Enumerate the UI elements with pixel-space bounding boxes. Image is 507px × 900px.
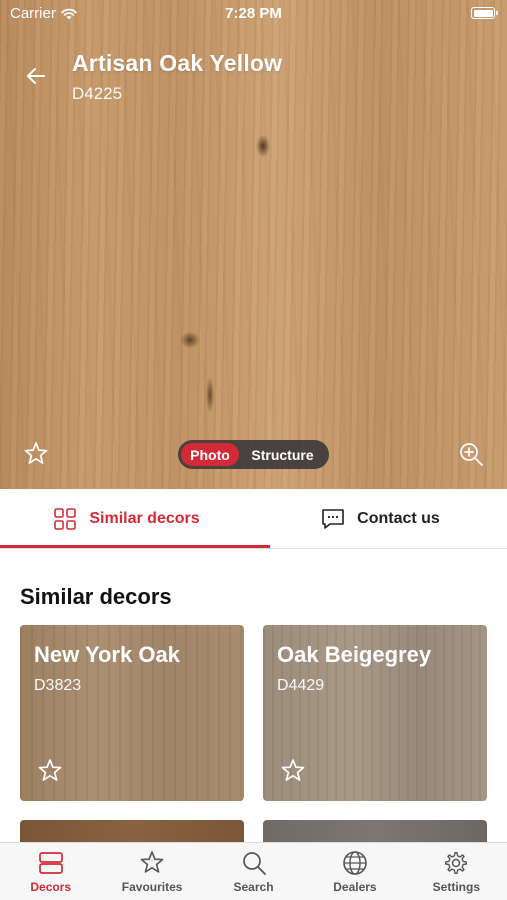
clock: 7:28 PM: [225, 5, 282, 22]
tab-contact-label: Contact us: [357, 510, 440, 527]
nav-decors-label: Decors: [30, 880, 72, 894]
decor-title: Artisan Oak Yellow: [72, 50, 283, 76]
grid-icon: [54, 508, 77, 530]
toggle-photo[interactable]: Photo: [181, 443, 239, 466]
status-bar: Carrier 7:28 PM: [0, 0, 507, 28]
detail-tabs: Similar decors Contact us: [0, 489, 507, 549]
favourite-star-icon[interactable]: [279, 757, 307, 785]
decor-photo[interactable]: Carrier 7:28 PM Artisan Oak Yellow D4225…: [0, 0, 507, 489]
photo-structure-toggle: Photo Structure: [178, 440, 329, 469]
active-tab-indicator: [0, 545, 270, 548]
nav-dealers-label: Dealers: [333, 880, 377, 894]
toggle-structure[interactable]: Structure: [239, 443, 326, 466]
decor-card[interactable]: New York Oak D3823: [20, 625, 244, 801]
section-title: Similar decors: [20, 584, 172, 609]
decor-card-name: Oak Beigegrey: [277, 642, 432, 667]
nav-search[interactable]: Search: [203, 843, 304, 900]
nav-decors[interactable]: Decors: [0, 843, 101, 900]
nav-favourites[interactable]: Favourites: [101, 843, 202, 900]
nav-favourites-label: Favourites: [121, 880, 183, 894]
battery-icon: [471, 7, 498, 19]
star-icon: [140, 851, 164, 873]
globe-icon: [343, 851, 367, 875]
gear-icon: [445, 851, 468, 874]
search-icon: [242, 852, 266, 875]
nav-settings-label: Settings: [432, 880, 480, 894]
decor-code: D4225: [72, 84, 123, 103]
tab-similar-label: Similar decors: [89, 510, 200, 527]
decor-card-code: D3823: [34, 677, 82, 694]
decor-card-name: New York Oak: [34, 642, 180, 667]
tab-similar-decors[interactable]: Similar decors: [0, 489, 253, 549]
bottom-tab-bar: Decors Favourites Search Dealers Setting…: [0, 842, 507, 900]
back-arrow-icon[interactable]: [22, 62, 50, 90]
favourite-star-icon[interactable]: [22, 440, 50, 468]
nav-search-label: Search: [233, 880, 274, 894]
decor-card-code: D4429: [277, 677, 325, 694]
decor-card[interactable]: Oak Beigegrey D4429: [263, 625, 487, 801]
zoom-in-icon[interactable]: [457, 440, 485, 468]
tab-contact-us[interactable]: Contact us: [254, 489, 507, 549]
favourite-star-icon[interactable]: [36, 757, 64, 785]
chat-icon: [322, 509, 344, 529]
decors-icon: [38, 852, 63, 874]
nav-dealers[interactable]: Dealers: [304, 843, 405, 900]
nav-settings[interactable]: Settings: [406, 843, 507, 900]
